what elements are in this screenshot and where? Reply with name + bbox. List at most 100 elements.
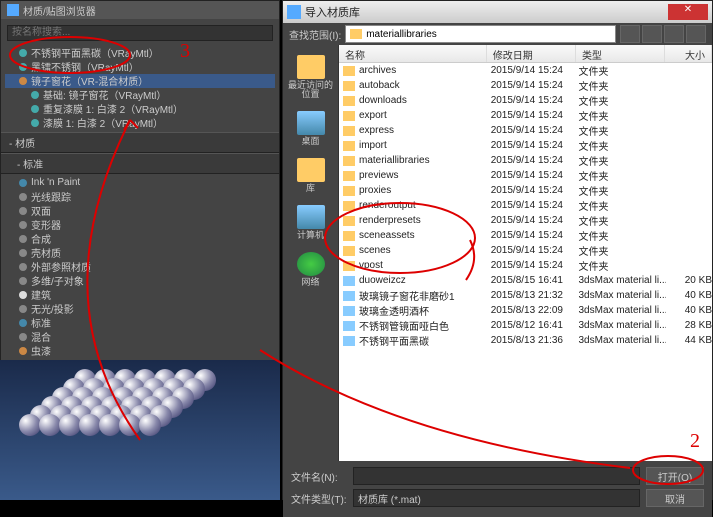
file-row[interactable]: renderpresets2015/9/14 15:24文件夹 [339,213,712,228]
file-list[interactable]: 名称 修改日期 类型 大小 archives2015/9/14 15:24文件夹… [339,45,712,461]
close-button[interactable]: ✕ [668,4,708,20]
material-dot-icon [19,63,27,71]
col-name[interactable]: 名称 [339,45,487,62]
std-material-item[interactable]: 壳材质 [5,246,275,260]
nav-new-folder-button[interactable] [664,25,684,43]
tree-item[interactable]: 基础: 镜子窗花（VRayMtl） [5,88,275,102]
place-icon [297,252,325,276]
material-file-icon [343,276,355,286]
material-dot-icon [19,305,27,313]
folder-icon [343,96,355,106]
material-dot-icon [19,249,27,257]
file-row[interactable]: export2015/9/14 15:24文件夹 [339,108,712,123]
file-row[interactable]: duoweizcz2015/8/15 16:413dsMax material … [339,273,712,288]
std-material-item[interactable]: 合成 [5,232,275,246]
place-icon [297,111,325,135]
place-item[interactable]: 库 [283,152,338,199]
col-size[interactable]: 大小 [665,45,712,62]
material-dot-icon [19,207,27,215]
folder-icon [343,66,355,76]
folder-icon [343,81,355,91]
file-row[interactable]: autoback2015/9/14 15:24文件夹 [339,78,712,93]
std-material-item[interactable]: 建筑 [5,288,275,302]
filename-input[interactable] [353,467,640,485]
std-material-item[interactable]: 多维/子对象 [5,274,275,288]
standard-materials-list: Ink 'n Paint光线跟踪双面变形器合成壳材质外部参照材质多维/子对象建筑… [1,174,279,388]
file-row[interactable]: 不锈钢平面黑碳2015/8/13 21:363dsMax material li… [339,333,712,348]
place-item[interactable]: 最近访问的位置 [283,49,338,105]
file-row[interactable]: 不锈钢管镜面哑白色2015/8/12 16:413dsMax material … [339,318,712,333]
std-material-item[interactable]: 变形器 [5,218,275,232]
file-row[interactable]: renderoutput2015/9/14 15:24文件夹 [339,198,712,213]
viewport-preview[interactable] [0,360,280,500]
folder-icon [343,111,355,121]
std-material-item[interactable]: 混合 [5,330,275,344]
cancel-open-button[interactable]: 取消 [646,489,704,507]
file-row[interactable]: proxies2015/9/14 15:24文件夹 [339,183,712,198]
tree-item[interactable]: 重复漆膜 1: 白漆 2（VRayMtl） [5,102,275,116]
material-dot-icon [19,77,27,85]
material-dot-icon [19,291,27,299]
folder-icon [343,171,355,181]
nav-view-button[interactable] [686,25,706,43]
std-material-item[interactable]: 双面 [5,204,275,218]
place-icon [297,158,325,182]
filename-label: 文件名(N): [291,469,347,484]
material-dot-icon [19,49,27,57]
col-date[interactable]: 修改日期 [487,45,576,62]
search-input[interactable] [7,25,273,41]
left-title: 材质/贴图浏览器 [23,3,96,18]
std-material-item[interactable]: 外部参照材质 [5,260,275,274]
material-dot-icon [19,277,27,285]
material-dot-icon [19,235,27,243]
dialog-title-bar: 导入材质库 ✕ [283,1,712,23]
std-material-item[interactable]: 虫漆 [5,344,275,358]
section-materials[interactable]: - 材质 [1,132,279,153]
folder-icon [350,29,362,39]
places-bar: 最近访问的位置桌面库计算机网络 [283,45,339,461]
filetype-label: 文件类型(T): [291,491,347,506]
tree-item[interactable]: 镜子窗花（VR-混合材质） [5,74,275,88]
folder-icon [343,261,355,271]
nav-up-button[interactable] [642,25,662,43]
import-dialog: 导入材质库 ✕ 查找范围(I): materiallibraries 最近访问的… [282,0,713,500]
std-material-item[interactable]: 光线跟踪 [5,190,275,204]
file-row[interactable]: previews2015/9/14 15:24文件夹 [339,168,712,183]
material-dot-icon [19,263,27,271]
dialog-title: 导入材质库 [305,4,668,20]
file-row[interactable]: downloads2015/9/14 15:24文件夹 [339,93,712,108]
material-dot-icon [19,221,27,229]
open-button[interactable]: 打开(O) [646,467,704,485]
path-combo[interactable]: materiallibraries [345,25,616,43]
std-material-item[interactable]: 无光/投影 [5,302,275,316]
tree-item[interactable]: 漆膜 1: 白漆 2（VRayMtl） [5,116,275,130]
file-row[interactable]: materiallibraries2015/9/14 15:24文件夹 [339,153,712,168]
folder-icon [343,246,355,256]
folder-icon [343,141,355,151]
col-type[interactable]: 类型 [576,45,665,62]
material-dot-icon [19,347,27,355]
std-material-item[interactable]: Ink 'n Paint [5,176,275,190]
file-row[interactable]: import2015/9/14 15:24文件夹 [339,138,712,153]
file-row[interactable]: scenes2015/9/14 15:24文件夹 [339,243,712,258]
file-row[interactable]: vpost2015/9/14 15:24文件夹 [339,258,712,273]
place-item[interactable]: 网络 [283,246,338,293]
tree-item[interactable]: 黑镭不锈钢（VRayMtl） [5,60,275,74]
section-standard[interactable]: - 标准 [1,153,279,174]
folder-icon [343,231,355,241]
dialog-icon [287,5,301,19]
place-item[interactable]: 桌面 [283,105,338,152]
file-row[interactable]: archives2015/9/14 15:24文件夹 [339,63,712,78]
tree-item[interactable]: 不锈钢平面黑碳（VRayMtl） [5,46,275,60]
filetype-combo[interactable] [353,489,640,507]
nav-back-button[interactable] [620,25,640,43]
file-row[interactable]: sceneassets2015/9/14 15:24文件夹 [339,228,712,243]
place-item[interactable]: 计算机 [283,199,338,246]
file-row[interactable]: 玻璃镜子窗花非磨砂12015/8/13 21:323dsMax material… [339,288,712,303]
file-row[interactable]: 玻璃金透明酒杯2015/8/13 22:093dsMax material li… [339,303,712,318]
path-label: 查找范围(I): [289,27,341,42]
file-row[interactable]: express2015/9/14 15:24文件夹 [339,123,712,138]
std-material-item[interactable]: 标准 [5,316,275,330]
material-dot-icon [19,319,27,327]
folder-icon [343,216,355,226]
